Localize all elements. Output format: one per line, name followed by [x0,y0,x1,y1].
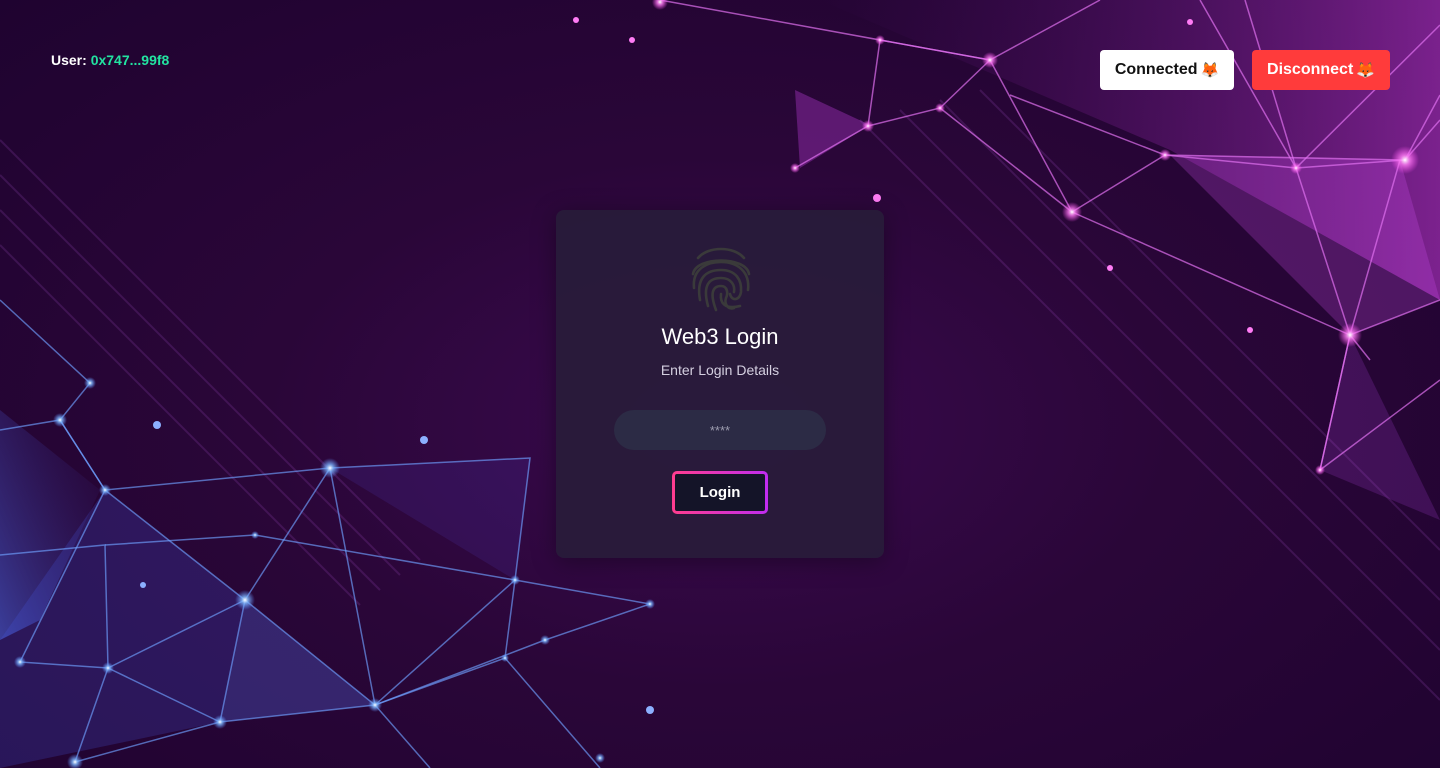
user-address-label: User: 0x747...99f8 [51,52,169,68]
user-address: 0x747...99f8 [90,52,170,68]
metamask-fox-icon: 🦊 [1356,62,1375,79]
disconnect-label: Disconnect [1267,61,1354,78]
login-title: Web3 Login [661,324,779,349]
password-input[interactable] [614,410,826,450]
fingerprint-icon [691,247,751,312]
connected-label: Connected [1114,61,1198,78]
disconnect-button[interactable]: Disconnect 🦊 [1252,50,1390,90]
login-button[interactable]: Login [672,471,768,514]
metamask-fox-icon: 🦊 [1200,62,1220,79]
login-subtitle: Enter Login Details [660,362,780,378]
login-card: Web3 Login Enter Login Details Login [556,210,884,558]
user-label-prefix: User: [51,52,87,68]
connected-button[interactable]: Connected 🦊 [1100,50,1234,90]
